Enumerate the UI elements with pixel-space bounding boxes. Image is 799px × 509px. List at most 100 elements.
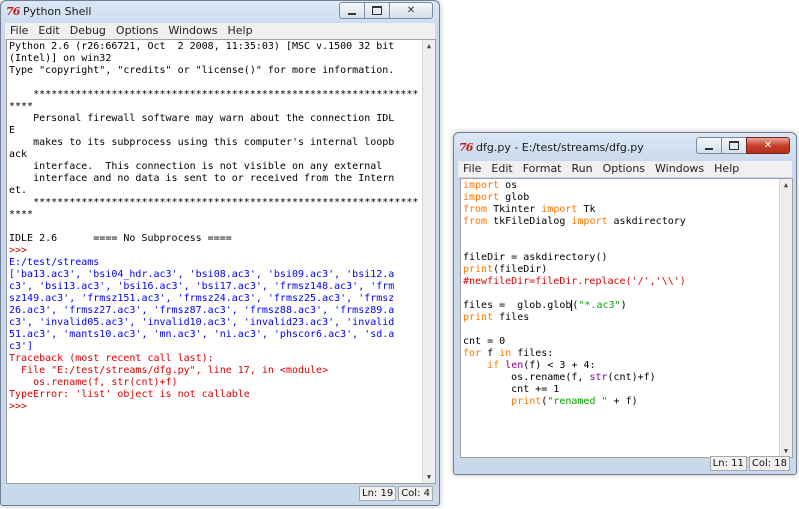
idle-app-icon: 7 6 xyxy=(459,141,473,154)
code-line: import glob xyxy=(463,192,778,204)
shell-vertical-scrollbar[interactable]: ▲ ▼ xyxy=(422,40,435,483)
code-token: print xyxy=(463,312,494,323)
code-line: cnt += 1 xyxy=(463,384,778,396)
editor-title: dfg.py - E:/test/streams/dfg.py xyxy=(476,141,644,154)
shell-menu-edit[interactable]: Edit xyxy=(33,23,64,39)
maximize-button[interactable] xyxy=(721,137,747,154)
scroll-up-icon[interactable]: ▲ xyxy=(423,40,435,52)
code-token: os.rename(f, xyxy=(463,372,590,383)
code-token: if xyxy=(487,360,500,371)
shell-line: (Intel)] on win32 xyxy=(9,53,112,64)
shell-line: **** xyxy=(9,209,34,220)
editor-line-number: Ln: 11 xyxy=(709,456,747,471)
minimize-icon xyxy=(705,147,713,150)
editor-menu-windows[interactable]: Windows xyxy=(650,161,709,177)
shell-menu-debug[interactable]: Debug xyxy=(65,23,111,39)
code-line: print files xyxy=(463,312,778,324)
shell-menu-file[interactable]: File xyxy=(5,23,33,39)
code-line: import os xyxy=(463,180,778,192)
close-button[interactable]: ✕ xyxy=(746,137,790,154)
code-line: fileDir = askdirectory() xyxy=(463,252,778,264)
code-token: print xyxy=(463,264,494,275)
code-token: from xyxy=(463,204,488,215)
shell-menu-options[interactable]: Options xyxy=(111,23,163,39)
code-line: if len(f) < 3 + 4: xyxy=(463,360,778,372)
editor-menu-edit[interactable]: Edit xyxy=(486,161,517,177)
editor-window: 7 6 dfg.py - E:/test/streams/dfg.py ✕ Fi… xyxy=(453,132,797,475)
shell-titlebar[interactable]: 7 6 Python Shell ✕ xyxy=(1,1,439,23)
shell-line-number: Ln: 19 xyxy=(359,486,397,501)
shell-line: ****************************************… xyxy=(9,89,419,100)
editor-menu-file[interactable]: File xyxy=(458,161,486,177)
code-token: (cnt)+f) xyxy=(607,372,656,383)
shell-menu-windows[interactable]: Windows xyxy=(163,23,222,39)
shell-line: interface and no data is sent to or rece… xyxy=(9,173,395,184)
shell-statusbar: Ln: 19 Col: 4 xyxy=(359,486,433,501)
code-token: cnt = 0 xyxy=(463,336,506,347)
code-token: import xyxy=(463,180,500,191)
scroll-down-icon[interactable]: ▼ xyxy=(423,471,435,483)
shell-menu-help[interactable]: Help xyxy=(222,23,257,39)
code-token: f xyxy=(481,348,500,359)
shell-line: ack xyxy=(9,149,28,160)
maximize-button[interactable] xyxy=(364,2,390,19)
shell-line: TypeError: 'list' object is not callable xyxy=(9,389,250,400)
code-token: from xyxy=(463,216,488,227)
code-token: str xyxy=(589,372,608,383)
code-token: print xyxy=(511,396,542,407)
shell-menubar: File Edit Debug Options Windows Help xyxy=(5,23,435,39)
shell-caption-buttons: ✕ xyxy=(339,2,433,19)
minimize-button[interactable] xyxy=(696,137,722,154)
editor-column-number: Col: 18 xyxy=(748,456,790,471)
shell-line: 51.ac3', 'mants10.ac3', 'mn.ac3', 'ni.ac… xyxy=(9,329,395,340)
shell-line: ****************************************… xyxy=(9,197,419,208)
editor-menu-run[interactable]: Run xyxy=(567,161,598,177)
close-button[interactable]: ✕ xyxy=(389,2,433,19)
code-token: askdirectory xyxy=(607,216,686,227)
idle-app-icon: 7 6 xyxy=(6,5,20,18)
minimize-icon xyxy=(348,12,356,15)
shell-line: E:/test/streams xyxy=(9,257,100,268)
code-token: Tkinter xyxy=(487,204,542,215)
shell-line: **** xyxy=(9,101,34,112)
code-line: cnt = 0 xyxy=(463,336,778,348)
shell-title: Python Shell xyxy=(23,5,92,18)
code-token: import xyxy=(541,204,578,215)
code-token: tkFileDialog xyxy=(487,216,572,227)
shell-line: IDLE 2.6 ==== No Subprocess ==== xyxy=(9,233,232,244)
code-token: cnt += 1 xyxy=(463,384,560,395)
editor-menu-options[interactable]: Options xyxy=(598,161,650,177)
shell-line: File "E:/test/streams/dfg.py", line 17, … xyxy=(9,365,329,376)
shell-line: 26.ac3', 'frmsz27.ac3', 'frmsz87.ac3', '… xyxy=(9,305,395,316)
editor-menu-format[interactable]: Format xyxy=(518,161,567,177)
scroll-up-icon[interactable]: ▲ xyxy=(780,179,792,191)
shell-line: et. xyxy=(9,185,28,196)
close-icon: ✕ xyxy=(406,5,416,16)
shell-output: Python 2.6 (r26:66721, Oct 2 2008, 11:35… xyxy=(9,41,421,413)
shell-line: >>> xyxy=(9,245,28,256)
editor-menu-help[interactable]: Help xyxy=(709,161,744,177)
shell-text-area[interactable]: Python 2.6 (r26:66721, Oct 2 2008, 11:35… xyxy=(6,39,436,484)
shell-line: ['ba13.ac3', 'bsi04_hdr.ac3', 'bsi08.ac3… xyxy=(9,269,395,280)
code-token: "*.ac3" xyxy=(578,300,621,311)
editor-vertical-scrollbar[interactable]: ▲ ▼ xyxy=(779,179,792,457)
shell-line: Python 2.6 (r26:66721, Oct 2 2008, 11:35… xyxy=(9,41,395,52)
code-token: ) xyxy=(620,300,627,311)
editor-statusbar: Ln: 11 Col: 18 xyxy=(709,456,790,471)
code-line: os.rename(f, str(cnt)+f) xyxy=(463,372,778,384)
editor-text-area[interactable]: import os import glob from Tkinter import … xyxy=(460,178,793,458)
shell-line: >>> xyxy=(9,401,28,412)
minimize-button[interactable] xyxy=(339,2,365,19)
maximize-icon xyxy=(729,141,739,150)
code-token: #newfileDir=fileDir.replace('/','\\') xyxy=(463,276,686,287)
code-token: import xyxy=(571,216,608,227)
code-token: glob xyxy=(499,192,530,203)
code-token: files = glob.glob xyxy=(463,300,572,311)
code-line: print("renamed " + f) xyxy=(463,396,778,408)
